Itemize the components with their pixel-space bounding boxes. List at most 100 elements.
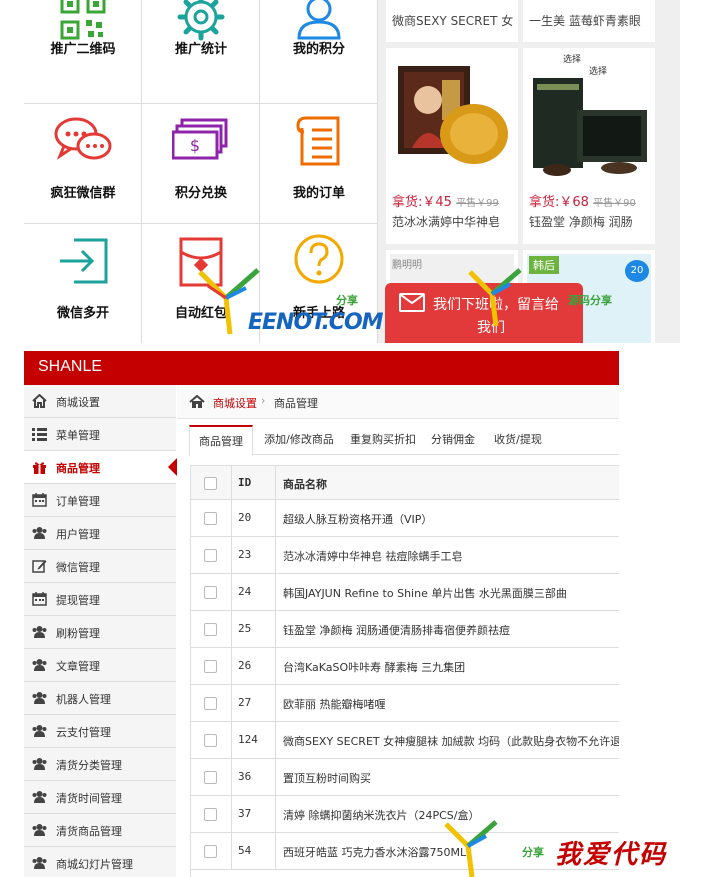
grid-item-wechat-group[interactable]: 疯狂微信群 xyxy=(24,104,142,224)
sidebar-item-clearance-goods[interactable]: 清货商品管理 xyxy=(24,814,176,847)
row-id: 124 xyxy=(238,733,258,746)
mobile-preview: 推广二维码 推广统计 我的积分 疯狂微信群 $ 积分兑换 我的订单 微信多开 自… xyxy=(24,0,680,343)
product-card[interactable]: 选择 选择 拿货:￥68 平售￥90 钰盈堂 净颜梅 润肠 xyxy=(523,48,655,244)
row-id: 20 xyxy=(238,511,252,524)
column-header-id: ID xyxy=(238,476,252,489)
row-id: 36 xyxy=(238,770,252,783)
grid-item-qrcode[interactable]: 推广二维码 xyxy=(24,0,142,104)
grid-item-beginner[interactable]: 新手上路 xyxy=(260,224,378,343)
site-watermark: 我爱代码 xyxy=(555,840,668,870)
table-row[interactable]: 23 范冰冰清婷中华神皂 祛痘除螨手工皂 xyxy=(191,537,619,574)
sidebar-item-articles[interactable]: 文章管理 xyxy=(24,649,176,682)
gift-icon xyxy=(33,462,46,474)
row-checkbox[interactable] xyxy=(204,771,217,784)
row-checkbox[interactable] xyxy=(204,586,217,599)
sidebar-item-products[interactable]: 商品管理 xyxy=(24,451,177,484)
product-title: 范冰冰满婷中华神皂 xyxy=(392,215,501,229)
sidebar-item-mall-settings[interactable]: 商城设置 xyxy=(24,385,176,418)
grid-item-label: 微信多开 xyxy=(56,306,109,321)
tab-repeat-discount[interactable]: 重复购买折扣 xyxy=(345,425,421,455)
tab-product-manage[interactable]: 商品管理 xyxy=(189,425,253,456)
grid-item-my-orders[interactable]: 我的订单 xyxy=(260,104,378,224)
column-header-name: 商品名称 xyxy=(283,478,327,491)
row-checkbox[interactable] xyxy=(204,697,217,710)
table-row[interactable]: 20 超级人脉互粉资格开通（VIP） xyxy=(191,500,619,537)
grid-item-points-exchange[interactable]: $ 积分兑换 xyxy=(142,104,260,224)
plum-box-image: 选择 选择 xyxy=(527,52,651,182)
product-price: 拿货:￥45 平售￥99 xyxy=(392,195,499,210)
row-name: 西班牙皓蓝 巧克力香水沐浴露750ML xyxy=(283,846,467,859)
grid-item-points[interactable]: 我的积分 xyxy=(260,0,378,104)
tab-receipt-withdraw[interactable]: 收货/提现 xyxy=(485,425,551,455)
row-name: 清婷 除螨抑菌纳米洗衣片（24PCS/盒） xyxy=(283,809,480,822)
sidebar-item-fans[interactable]: 刷粉管理 xyxy=(24,616,176,649)
grid-item-label: 我的积分 xyxy=(292,42,345,57)
home-icon xyxy=(32,394,47,408)
table-row[interactable]: 36 置顶互粉时间购买 xyxy=(191,759,619,796)
row-name: 钰盈堂 净颜梅 润肠通便清肠排毒宿便养颜祛痘 xyxy=(283,624,510,637)
sidebar-item-users[interactable]: 用户管理 xyxy=(24,517,176,550)
sidebar-item-orders[interactable]: 订单管理 xyxy=(24,484,176,517)
calendar-icon xyxy=(32,592,47,606)
row-checkbox[interactable] xyxy=(204,512,217,525)
brand-logo[interactable]: SHANLE xyxy=(38,358,102,376)
offline-message-button[interactable]: 我们下班啦，留言给 我们 xyxy=(385,283,583,343)
tab-commission[interactable]: 分销佣金 xyxy=(425,425,481,455)
sidebar-item-cloud-pay[interactable]: 云支付管理 xyxy=(24,715,176,748)
select-all-checkbox[interactable] xyxy=(204,477,217,490)
qrcode-icon xyxy=(60,0,106,40)
sidebar-item-withdraw[interactable]: 提现管理 xyxy=(24,583,176,616)
edit-icon xyxy=(32,560,47,573)
list-icon xyxy=(32,428,47,441)
row-checkbox[interactable] xyxy=(204,734,217,747)
table-row[interactable]: 27 欧菲丽 热能瓣梅啫喱 xyxy=(191,685,619,722)
tab-bar: 商品管理 添加/修改商品 重复购买折扣 分销佣金 收货/提现 xyxy=(189,425,619,456)
row-checkbox[interactable] xyxy=(204,660,217,673)
sidebar-item-clearance-category[interactable]: 清货分类管理 xyxy=(24,748,176,781)
users-icon xyxy=(32,527,47,539)
table-row[interactable]: 124 微商SEXY SECRET 女神瘦腿袜 加絨款 均码（此款贴身衣物不允许… xyxy=(191,722,619,759)
row-checkbox[interactable] xyxy=(204,549,217,562)
row-id: 37 xyxy=(238,807,252,820)
calendar-icon xyxy=(32,493,47,507)
home-icon[interactable] xyxy=(189,395,205,409)
svg-text:$: $ xyxy=(190,136,200,155)
row-name: 置顶互粉时间购买 xyxy=(283,772,371,785)
product-price: 拿货:￥68 平售￥90 xyxy=(529,195,636,210)
tab-add-edit-product[interactable]: 添加/修改商品 xyxy=(257,425,341,455)
grid-item-stats[interactable]: 推广统计 xyxy=(142,0,260,104)
breadcrumb-link[interactable]: 商城设置 xyxy=(213,395,257,411)
table-row[interactable]: 37 清婷 除螨抑菌纳米洗衣片（24PCS/盒） xyxy=(191,796,619,833)
product-card[interactable]: 微商SEXY SECRET 女 xyxy=(386,0,518,42)
table-row[interactable]: 26 台湾KaKaSO咔咔寿 酵素梅 三九集团 xyxy=(191,648,619,685)
row-id: 27 xyxy=(238,696,252,709)
row-checkbox[interactable] xyxy=(204,845,217,858)
row-checkbox[interactable] xyxy=(204,623,217,636)
brand-badge: 韩后 xyxy=(529,256,559,274)
grid-item-wechat-multi[interactable]: 微信多开 xyxy=(24,224,142,343)
money-cards-icon: $ xyxy=(171,118,230,162)
row-id: 24 xyxy=(238,585,252,598)
sidebar-item-menu[interactable]: 菜单管理 xyxy=(24,418,176,451)
sidebar-item-slideshow[interactable]: 商城幻灯片管理 xyxy=(24,847,176,877)
sidebar-item-label: 清货时间管理 xyxy=(56,792,122,805)
row-name: 微商SEXY SECRET 女神瘦腿袜 加絨款 均码（此款贴身衣物不允许退） xyxy=(283,735,619,748)
grid-item-label: 新手上路 xyxy=(292,306,345,321)
table-row[interactable]: 25 钰盈堂 净颜梅 润肠通便清肠排毒宿便养颜祛痘 xyxy=(191,611,619,648)
sidebar-item-wechat[interactable]: 微信管理 xyxy=(24,550,176,583)
corner-badge: 20 xyxy=(625,260,649,282)
sidebar-item-clearance-time[interactable]: 清货时间管理 xyxy=(24,781,176,814)
row-name: 欧菲丽 热能瓣梅啫喱 xyxy=(283,698,386,711)
product-card[interactable]: 一生美 蓝莓虾青素眼 xyxy=(523,0,655,42)
grid-item-red-packet[interactable]: 自动红包 xyxy=(142,224,260,343)
sidebar-item-robots[interactable]: 机器人管理 xyxy=(24,682,176,715)
users-icon xyxy=(32,857,47,869)
table-row[interactable]: 24 韩国JAYJUN Refine to Shine 单片出售 水光黑面膜三部… xyxy=(191,574,619,611)
row-checkbox[interactable] xyxy=(204,808,217,821)
sidebar-item-label: 刷粉管理 xyxy=(56,627,100,640)
users-icon xyxy=(32,725,47,737)
soap-box-image xyxy=(390,52,514,182)
users-icon xyxy=(32,626,47,638)
product-card[interactable]: 拿货:￥45 平售￥99 范冰冰满婷中华神皂 xyxy=(386,48,518,244)
product-table: ID 商品名称 20 超级人脉互粉资格开通（VIP） 23 范冰冰清婷中华神皂 … xyxy=(190,465,619,877)
